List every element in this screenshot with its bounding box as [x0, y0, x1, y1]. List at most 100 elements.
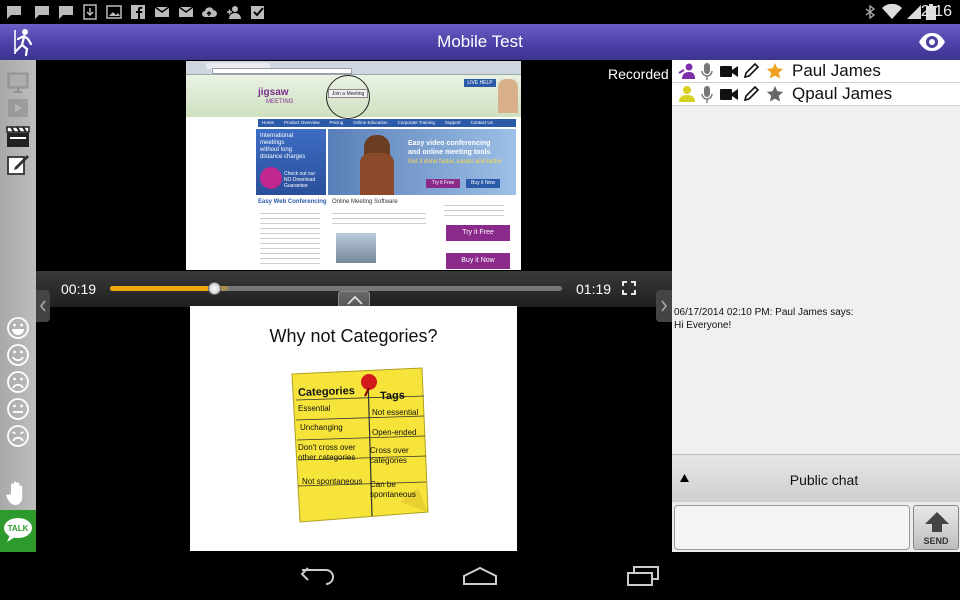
join-meeting-button: Join a Meeting [328, 89, 368, 98]
person-icon [679, 86, 695, 102]
chat-message-header: 06/17/2014 02:10 PM: Paul James says: [674, 307, 854, 318]
guarantee-seal [260, 167, 282, 189]
banner-left-line: without long [260, 147, 293, 153]
pencil-icon[interactable] [743, 86, 759, 102]
col2-title: Online Meeting Software [332, 199, 398, 205]
download-icon [83, 4, 97, 20]
software-box [336, 233, 376, 263]
slides-icon[interactable] [6, 70, 30, 94]
frown-icon[interactable] [6, 370, 30, 394]
browser-address [212, 68, 352, 74]
banner-try-free: Try it Free [426, 179, 460, 188]
site-nav-item: Product Overview [284, 120, 320, 125]
note-row-2-right: Open-ended [372, 428, 417, 437]
banner-title-line: and online meeting tools [408, 149, 491, 156]
prev-arrow-button[interactable] [36, 290, 50, 322]
banner-left-line: International [260, 133, 294, 139]
note-row-3-right: Cross over categories [370, 446, 409, 465]
email-icon [178, 6, 194, 17]
banner-left-line: distance charges [260, 154, 306, 160]
email-icon [154, 6, 170, 17]
user-name: Qpaul James [792, 84, 893, 103]
site-nav-item: Corporate Training [397, 120, 435, 125]
fullscreen-icon[interactable] [622, 281, 636, 295]
camera-icon[interactable] [720, 65, 738, 78]
duration: 01:19 [576, 281, 612, 297]
microphone-icon[interactable] [701, 63, 713, 80]
banner-left-text: International meetings without long distanc… [260, 133, 305, 161]
site-nav-item: Home [262, 120, 275, 125]
site-nav-item: Online Education [353, 120, 388, 125]
recent-apps-icon[interactable] [624, 566, 660, 586]
col2-text [332, 209, 426, 227]
site-nav: Home Product Overview Pricing Online Educat… [258, 119, 516, 127]
clock: 2:16 [920, 3, 952, 20]
message-icon [7, 6, 21, 19]
person-add-icon [227, 6, 241, 19]
chat-input[interactable] [674, 505, 910, 550]
camera-icon[interactable] [720, 88, 738, 101]
side-text [444, 201, 504, 219]
send-button[interactable]: SEND [913, 505, 959, 550]
neutral-icon[interactable] [6, 397, 30, 421]
arrow-up-icon [925, 512, 949, 532]
message-icon [35, 6, 49, 19]
home-icon[interactable] [462, 566, 498, 586]
raise-hand-icon[interactable] [6, 480, 28, 506]
android-nav-bar [0, 552, 960, 600]
banner-tagline: Get it done faster, easier and better [408, 159, 503, 165]
banner-main: Easy video conferencing and online meetin… [328, 129, 516, 195]
presenter-icon [678, 63, 695, 79]
chat-channel-label: Public chat [789, 472, 859, 488]
side-buy-now: Buy it Now [446, 253, 510, 269]
note-row-4-right: Can be spontaneous [370, 480, 416, 499]
video-icon[interactable] [6, 96, 30, 120]
talk-button[interactable]: TALK [0, 510, 36, 552]
laugh-icon[interactable] [6, 316, 30, 340]
checkbox-icon [251, 6, 264, 19]
image-icon [106, 5, 122, 19]
microphone-icon[interactable] [701, 86, 713, 103]
site-header: jigsaw MEETING Join a Meeting LIVE HELP [186, 75, 521, 119]
browser-toolbar [186, 61, 521, 75]
note-row-2-left: Unchanging [300, 423, 343, 432]
title-bar: Mobile Test [0, 24, 960, 60]
star-icon[interactable] [766, 62, 784, 80]
chevron-left-icon [39, 300, 46, 312]
facebook-icon [131, 5, 145, 20]
presentation-slide: Why not Categories? Categories Tags Esse… [190, 306, 517, 551]
banner-guarantee-line: Guarantee [284, 183, 308, 189]
pencil-icon[interactable] [743, 63, 759, 79]
shared-webpage: jigsaw MEETING Join a Meeting LIVE HELP … [186, 61, 521, 270]
smile-icon[interactable] [6, 343, 30, 367]
left-toolbar: TALK [0, 60, 36, 552]
site-logo-sub: MEETING [266, 99, 294, 105]
seek-thumb[interactable] [207, 282, 221, 295]
edit-icon[interactable] [6, 152, 30, 176]
next-arrow-button[interactable] [656, 290, 672, 322]
sad-icon[interactable] [6, 424, 30, 448]
bluetooth-icon [865, 4, 876, 20]
film-clapper-icon[interactable] [6, 124, 30, 148]
star-icon[interactable] [766, 85, 784, 103]
chevron-right-icon [661, 300, 668, 312]
slide-title: Why not Categories? [269, 326, 438, 346]
user-name: Paul James [792, 61, 881, 80]
user-row[interactable]: Paul James [672, 60, 960, 83]
wifi-icon [882, 4, 902, 19]
note-row-4-left: Not spontaneous [302, 477, 363, 486]
chat-channel-bar[interactable]: Public chat [672, 454, 960, 502]
eye-icon[interactable] [918, 32, 946, 52]
seek-progress [110, 286, 214, 291]
banner-title-line: Easy video conferencing [408, 140, 491, 147]
cloud-upload-icon [202, 7, 217, 18]
note-row-1-right: Not essential [372, 408, 419, 417]
site-nav-item: Pricing [329, 120, 344, 125]
col1-title: Easy Web Conferencing [258, 199, 327, 205]
user-row[interactable]: Qpaul James [672, 83, 960, 106]
send-label: SEND [923, 536, 949, 546]
seek-track[interactable] [110, 282, 562, 295]
back-icon[interactable] [300, 566, 336, 586]
live-help-badge: LIVE HELP [464, 79, 496, 87]
banner-title: Easy video conferencing and online meetin… [408, 139, 490, 157]
